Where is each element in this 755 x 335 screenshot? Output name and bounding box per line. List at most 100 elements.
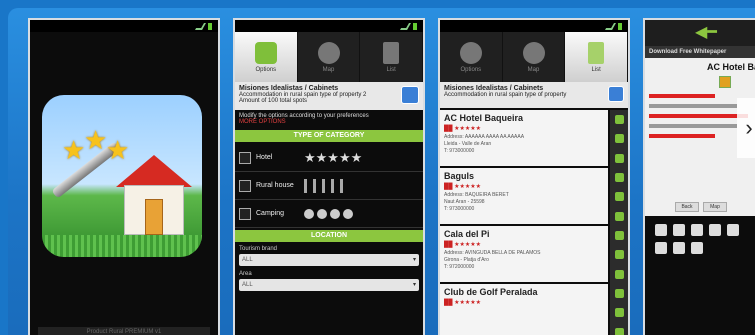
share-button[interactable]: [608, 86, 624, 102]
directions-icon[interactable]: [614, 192, 624, 202]
directions-icon[interactable]: [614, 250, 624, 260]
tab-label: Map: [322, 66, 335, 73]
detail-text-line: [649, 124, 737, 128]
document-icon: [588, 41, 605, 64]
filter-label: Hotel: [256, 154, 273, 161]
destination-bar: Misiones Idealistas / Cabinets Accommoda…: [440, 82, 628, 108]
tourism-brand-select[interactable]: ALL: [239, 254, 419, 266]
hotel-actions: [610, 284, 628, 335]
call-icon[interactable]: [614, 115, 624, 125]
checkbox[interactable]: [239, 179, 251, 192]
filter-row-hotel[interactable]: Hotel ★★★★★: [235, 144, 423, 172]
tab-list[interactable]: List: [565, 32, 628, 82]
screenshot-frame: ★ ★ ★ Product Rural PREMIUM v1 Options M…: [8, 8, 755, 335]
call-icon[interactable]: [614, 173, 624, 183]
category-dots[interactable]: [304, 208, 353, 219]
tab-map[interactable]: Map: [298, 32, 361, 82]
hotel-actions: [610, 168, 628, 226]
detail-text-line: [649, 134, 715, 138]
signal-icon: [604, 22, 617, 30]
status-bar: [30, 20, 218, 32]
house-door: [145, 199, 163, 235]
document-icon: [383, 41, 400, 64]
tab-label: Options: [255, 66, 277, 73]
tab-list[interactable]: List: [360, 32, 423, 82]
filter-label: Camping: [256, 210, 285, 217]
filter-row-camping[interactable]: Camping: [235, 200, 423, 228]
directions-icon[interactable]: [614, 308, 624, 318]
chevron-right-icon[interactable]: ›: [737, 98, 755, 158]
tab-label: List: [386, 66, 396, 73]
tab-options[interactable]: Options: [440, 32, 503, 82]
phone-splash-screen: ★ ★ ★ Product Rural PREMIUM v1: [28, 18, 220, 335]
gear-icon: [459, 41, 482, 64]
call-icon[interactable]: [614, 289, 624, 299]
map-button[interactable]: Map: [703, 202, 727, 212]
app-logo: ★ ★ ★: [42, 95, 202, 257]
splash-footer: Product Rural PREMIUM v1: [38, 327, 210, 335]
hotel-name: Cala del Pi: [444, 229, 490, 239]
destination-bar: Misiones Idealistas / Cabinets Accommoda…: [235, 82, 423, 110]
directions-icon[interactable]: [614, 134, 624, 144]
hotel-rating: ██ ★★★★★: [444, 242, 482, 248]
tab-map[interactable]: Map: [503, 32, 566, 82]
list-item[interactable]: AC Hotel Baqueira ██ ★★★★★ Address: AAAA…: [440, 110, 628, 168]
signal-icon: [399, 22, 412, 30]
hotel-phone: T: 973000000: [444, 206, 475, 212]
category-bars[interactable]: [304, 178, 343, 193]
tab-bar: Options Map List: [235, 32, 423, 82]
back-button[interactable]: Back: [675, 202, 699, 212]
web-icon[interactable]: [614, 211, 624, 221]
tab-label: Options: [460, 66, 482, 73]
tourism-brand-label: Tourism brand: [239, 246, 278, 252]
status-bar: [440, 20, 628, 32]
hotel-rating: ██ ★★★★★: [444, 126, 482, 132]
web-icon[interactable]: [614, 153, 624, 163]
destination-title: Misiones Idealistas / Cabinets: [444, 85, 544, 92]
filter-label: Rural house: [256, 182, 294, 189]
battery-icon: [618, 22, 622, 30]
amenity-icons: [645, 216, 755, 262]
checkbox[interactable]: [239, 207, 251, 220]
detail-top-bar: ◀━: [645, 20, 755, 46]
filter-row-rural-house[interactable]: Rural house: [235, 172, 423, 200]
house-roof-icon: [116, 155, 192, 187]
area-select[interactable]: ALL: [239, 279, 419, 291]
signal-icon: [194, 22, 207, 30]
hotel-address: Address: AAAAAA AAAA AA AAAAA: [444, 134, 525, 140]
hotel-address: Naut Aran - 25598: [444, 199, 485, 205]
hotel-actions: [610, 110, 628, 168]
section-category-header: TYPE OF CATEGORY: [235, 130, 423, 142]
area-label: Area: [239, 271, 252, 277]
phone-hotel-detail: ◀━ Download Free Whitepaper AC Hotel Ba …: [643, 18, 755, 335]
phone-results-list: Options Map List Misiones Idealistas / C…: [438, 18, 630, 335]
more-options-link[interactable]: MORE OPTIONS: [239, 119, 286, 125]
tab-options[interactable]: Options: [235, 32, 298, 82]
list-item[interactable]: Club de Golf Peralada ██ ★★★★★: [440, 284, 628, 335]
list-item[interactable]: Baguls ██ ★★★★★ Address: BAQUEIRA BERET …: [440, 168, 628, 226]
star-icon: ★: [84, 125, 108, 155]
list-item[interactable]: Cala del Pi ██ ★★★★★ Address: AVINGUDA B…: [440, 226, 628, 284]
hotel-address: Address: BAQUEIRA BERET: [444, 192, 509, 198]
download-banner[interactable]: Download Free Whitepaper: [645, 46, 755, 58]
hotel-actions: [610, 226, 628, 284]
checkbox[interactable]: [239, 151, 251, 164]
star-rating[interactable]: ★★★★★: [304, 150, 362, 166]
tv-icon: [673, 224, 685, 236]
destination-line: Accommodation in rural spain type of pro…: [444, 92, 567, 98]
web-icon[interactable]: [614, 327, 624, 335]
destination-title: Misiones Idealistas / Cabinets: [239, 85, 339, 92]
category-badge: [719, 76, 731, 88]
hotel-address: Lleida - Valle de Aran: [444, 141, 492, 147]
hotel-detail-card: AC Hotel Ba ›: [645, 58, 755, 198]
wifi-icon: [691, 224, 703, 236]
back-arrow-icon[interactable]: ◀━: [695, 25, 717, 41]
web-icon[interactable]: [614, 269, 624, 279]
share-button[interactable]: [401, 86, 419, 104]
hint-text: Modify the options according to your pre…: [235, 110, 423, 128]
tab-label: Map: [527, 66, 540, 73]
call-icon[interactable]: [614, 231, 624, 241]
hotel-address: Girona - Platja d'Aro: [444, 257, 489, 263]
battery-icon: [413, 22, 417, 30]
hotel-list: AC Hotel Baqueira ██ ★★★★★ Address: AAAA…: [440, 110, 628, 335]
